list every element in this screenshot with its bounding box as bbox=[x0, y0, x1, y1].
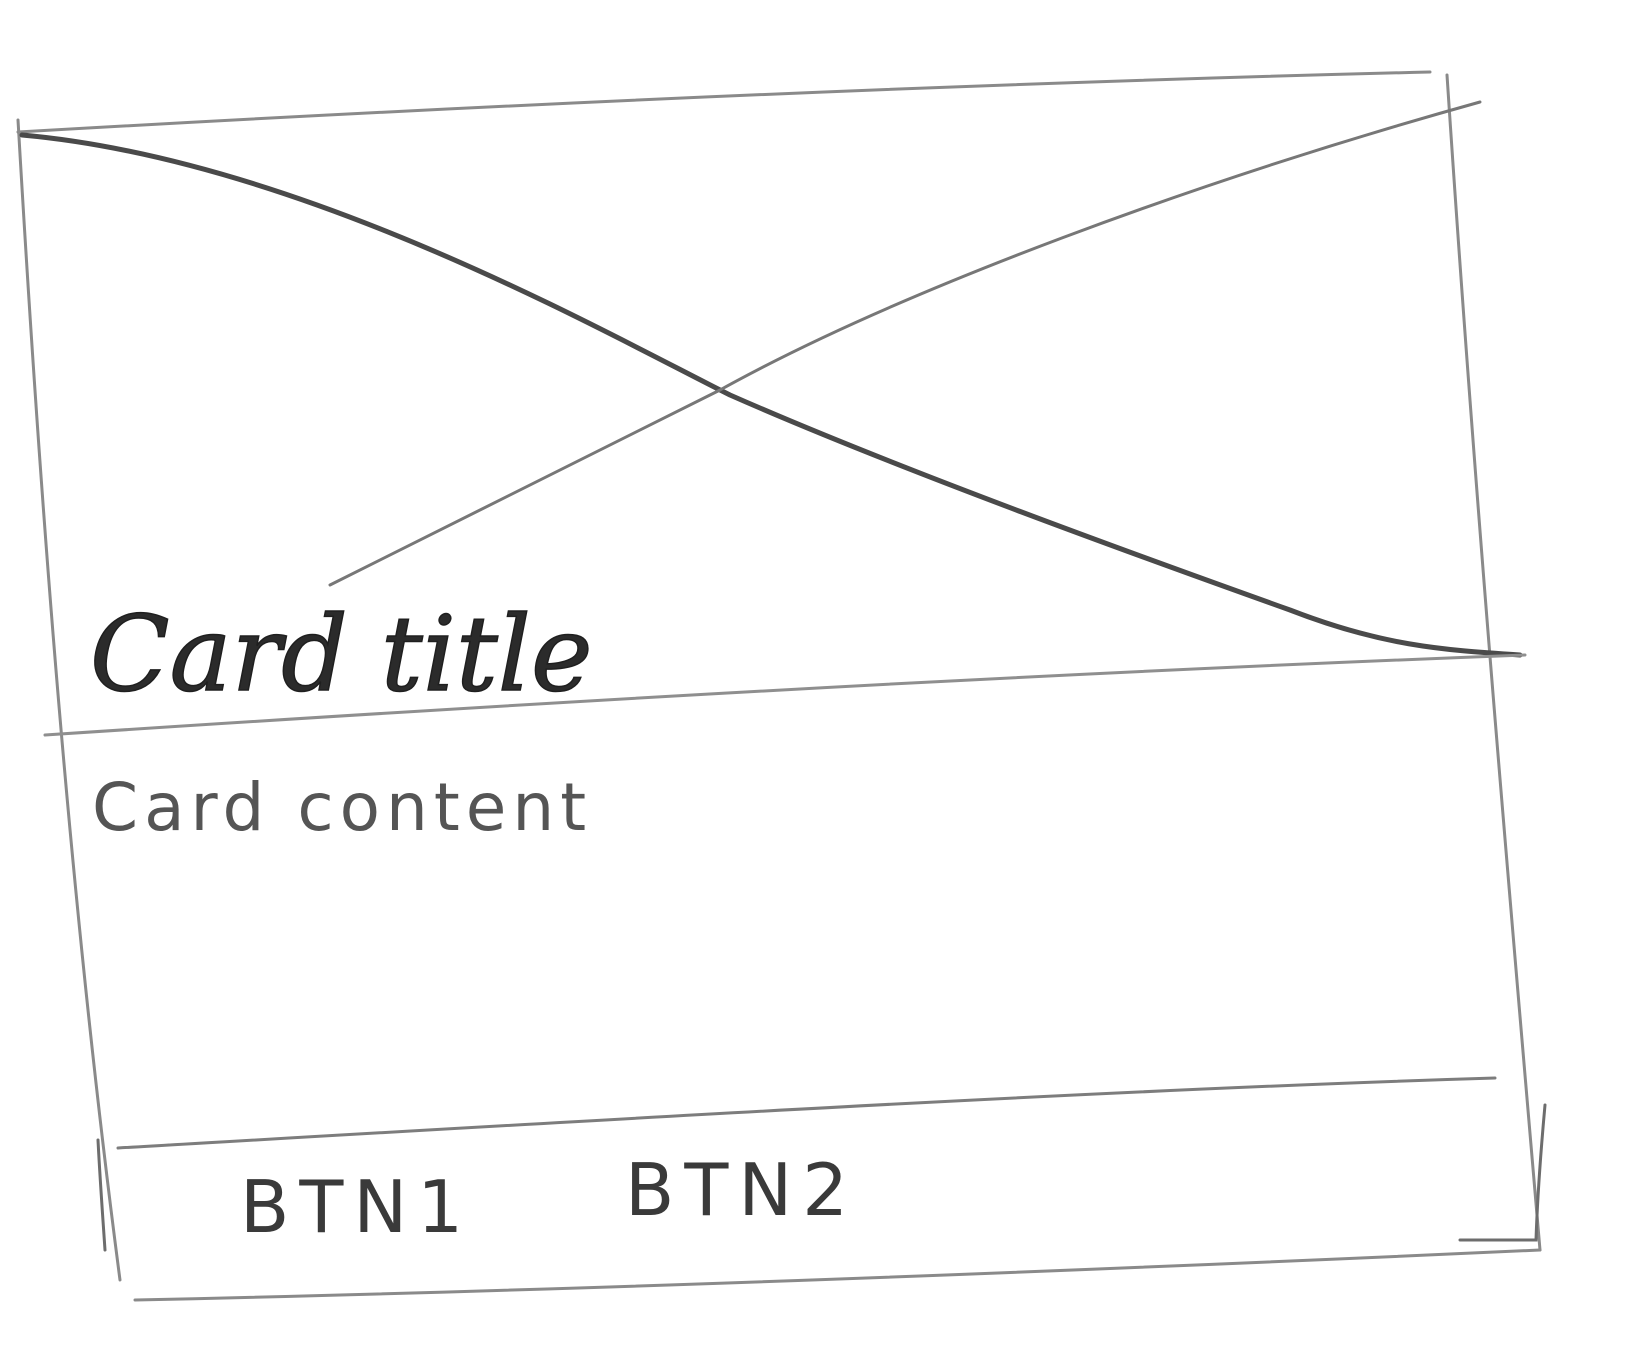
card-frame-top-edge bbox=[16, 70, 1432, 134]
btn1-button[interactable]: BTN1 bbox=[240, 1165, 473, 1249]
image-placeholder-cross-line-1 bbox=[19, 132, 1523, 658]
image-placeholder-cross-line-2 bbox=[328, 100, 1482, 587]
card-frame-bottom-edge bbox=[133, 1248, 1542, 1302]
sketch-canvas: Card title Card content BTN1 BTN2 bbox=[0, 0, 1627, 1360]
card-content: Card content bbox=[92, 769, 592, 846]
card-title: Card title bbox=[90, 593, 593, 715]
card-wireframe-sketch: Card title Card content BTN1 BTN2 bbox=[16, 70, 1547, 1302]
card-actions-divider bbox=[116, 1076, 1497, 1150]
card-frame-right-edge bbox=[1445, 73, 1542, 1252]
btn2-button[interactable]: BTN2 bbox=[625, 1148, 858, 1232]
